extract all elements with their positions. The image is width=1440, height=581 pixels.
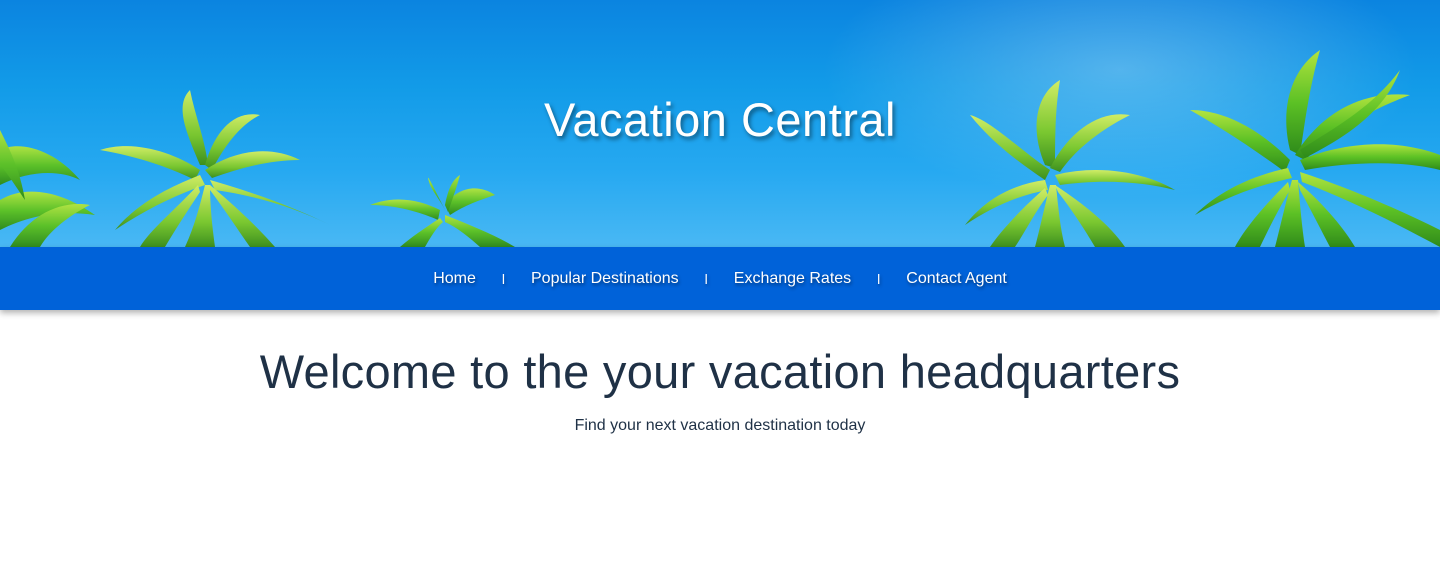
welcome-heading: Welcome to the your vacation headquarter… [259,345,1181,398]
nav-separator: l [877,270,881,287]
main-content: Welcome to the your vacation headquarter… [0,310,1440,435]
site-title: Vacation Central [544,93,896,146]
nav-link-popular-destinations[interactable]: Popular Destinations [529,270,681,288]
main-navigation: Home l Popular Destinations l Exchange R… [0,247,1440,310]
hero-banner: Vacation Central [0,0,1440,247]
nav-link-home[interactable]: Home [431,270,478,288]
nav-link-contact-agent[interactable]: Contact Agent [904,270,1009,288]
nav-separator: l [501,270,505,287]
nav-separator: l [704,270,708,287]
welcome-subheading: Find your next vacation destination toda… [574,417,866,434]
nav-link-exchange-rates[interactable]: Exchange Rates [732,270,853,288]
